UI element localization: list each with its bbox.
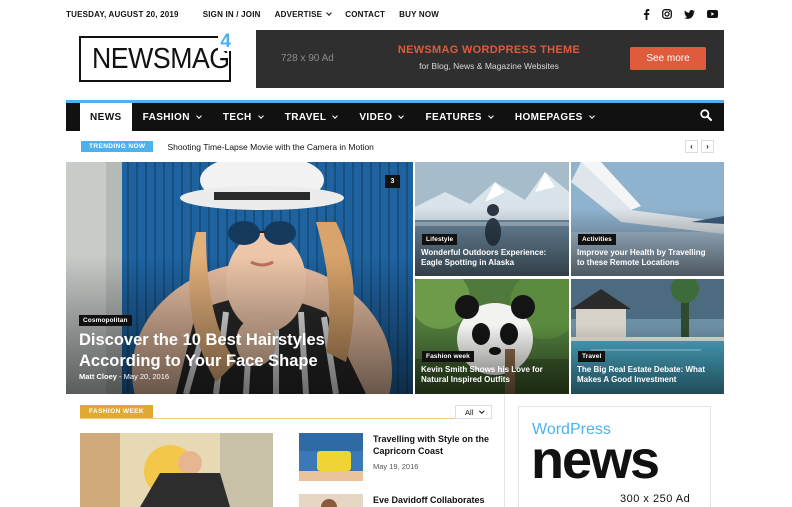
chevron-left-icon[interactable]: ‹ [685,140,698,153]
sidebar-ad[interactable]: WordPress news 300 x 250 Ad [518,406,711,507]
ad-word: news [531,430,660,490]
trending-bar: TRENDING NOW Shooting Time-Lapse Movie w… [66,134,724,159]
post-date: May 20, 2016 [123,372,170,381]
tile-title-line: Kevin Smith Shows his Love for [421,365,543,374]
featured-tile-lifestyle[interactable]: Lifestyle Wonderful Outdoors Experience:… [415,162,569,276]
nav-label: TRAVEL [284,111,327,123]
logo-version: 4 [218,31,233,52]
tile-title-line: Natural Inspired Outfits [421,375,510,384]
instagram-icon[interactable] [662,9,672,19]
tile-title-line: Improve your Health by Travelling [577,248,706,257]
social-icons [643,8,718,20]
nav-item-news[interactable]: NEWS [80,103,132,131]
featured-title-line: According to Your Face Shape [79,351,318,370]
featured-main-tile[interactable]: 3 Cosmopolitan Discover the 10 Best Hair… [66,162,413,394]
featured-tile-travel[interactable]: Travel The Big Real Estate Debate: What … [571,279,724,394]
nav-label: TECH [222,111,252,123]
ad-size-label: 728 x 90 Ad [281,53,334,64]
tile-title[interactable]: Kevin Smith Shows his Love for Natural I… [421,365,543,385]
chevron-down-icon [588,112,595,119]
nav-item-tech[interactable]: TECH [212,103,274,131]
category-badge[interactable]: Lifestyle [422,234,458,245]
tile-title-line: Makes A Good Investment [577,375,677,384]
thumb-image [299,433,363,481]
top-bar: TUESDAY, AUGUST 20, 2019 SIGN IN / JOIN … [66,0,724,28]
trending-arrows: ‹ › [685,140,714,153]
chevron-down-icon [196,112,202,119]
chevron-down-icon [398,112,405,119]
thumb-image [299,494,363,507]
ad-subtitle: for Blog, News & Magazine Websites [419,61,559,71]
post-title-line: Travelling with Style on the [373,434,490,444]
contact-link[interactable]: CONTACT [345,10,385,19]
main-nav: NEWS FASHION TECH TRAVEL VIDEO FEATURES … [66,103,724,131]
tile-title[interactable]: The Big Real Estate Debate: What Makes A… [577,365,705,385]
logo-name: NEWSMAG [92,42,230,75]
featured-tile-activities[interactable]: Activities Improve your Health by Travel… [571,162,724,276]
tile-title[interactable]: Improve your Health by Travelling to the… [577,248,705,268]
see-more-button[interactable]: See more [630,47,706,70]
author-link[interactable]: Matt Cloey [79,372,117,381]
section-badge[interactable]: FASHION WEEK [80,405,153,418]
chevron-down-icon [332,112,339,119]
tile-title-line: Wonderful Outdoors Experience: [421,248,547,257]
featured-title[interactable]: Discover the 10 Best Hairstyles Accordin… [79,330,325,371]
nav-item-fashion[interactable]: FASHION [132,103,212,131]
thumb-image [80,433,273,507]
post-date: May 19, 2016 [373,462,419,471]
post-thumb[interactable] [299,494,363,507]
top-links: SIGN IN / JOIN ADVERTISE CONTACT BUY NOW [203,10,439,19]
nav-item-homepages[interactable]: HOMEPAGES [504,103,605,131]
tile-title-line: The Big Real Estate Debate: What [577,365,706,374]
comment-count-badge[interactable]: 3 [385,175,400,188]
nav-label: FASHION [142,111,190,123]
nav-label: VIDEO [359,111,393,123]
search-icon[interactable] [700,108,712,126]
nav-label: FEATURES [425,111,482,123]
advertise-label: ADVERTISE [274,9,323,19]
section-big-thumb[interactable] [80,433,273,507]
header-ad-banner[interactable]: 728 x 90 Ad NEWSMAG WORDPRESS THEME for … [256,30,724,88]
category-badge[interactable]: Travel [578,351,606,362]
section-underline [80,418,492,419]
sign-in-link[interactable]: SIGN IN / JOIN [203,10,261,19]
tile-title-line: to these Remote Locations [577,258,680,267]
advertise-link[interactable]: ADVERTISE [274,9,333,19]
post-title[interactable]: Eve Davidoff Collaborates [373,495,485,507]
post-title-line: Eve Davidoff Collaborates [373,495,485,505]
column-divider [504,395,505,507]
nav-label: HOMEPAGES [514,111,583,123]
chevron-right-icon[interactable]: › [701,140,714,153]
category-badge[interactable]: Activities [578,234,616,245]
featured-title-line: Discover the 10 Best Hairstyles [79,331,325,349]
youtube-icon[interactable] [707,10,718,18]
current-date: TUESDAY, AUGUST 20, 2019 [66,9,179,19]
featured-tile-fashion-week[interactable]: Fashion week Kevin Smith Shows his Love … [415,279,569,394]
chevron-down-icon [488,112,494,119]
post-title[interactable]: Travelling with Style on the Capricorn C… [373,434,489,457]
featured-meta: Matt Cloey - May 20, 2016 [79,372,169,381]
facebook-icon[interactable] [643,8,650,20]
tile-title[interactable]: Wonderful Outdoors Experience: Eagle Spo… [421,248,546,268]
post-thumb[interactable] [299,433,363,481]
category-badge[interactable]: Fashion week [422,351,474,362]
site-logo[interactable]: NEWSMAG 4 [79,32,233,82]
trending-badge: TRENDING NOW [81,141,154,152]
filter-select[interactable]: All [455,405,492,419]
ad-title: NEWSMAG WORDPRESS THEME [397,44,581,56]
twitter-icon[interactable] [684,9,695,19]
tile-title-line: Eagle Spotting in Alaska [421,258,515,267]
filter-selected: All [465,407,474,417]
trending-headline[interactable]: Shooting Time-Lapse Movie with the Camer… [167,142,373,152]
ad-size-label: 300 x 250 Ad [620,493,691,505]
category-badge[interactable]: Cosmopolitan [79,315,132,326]
nav-item-travel[interactable]: TRAVEL [274,103,349,131]
buy-now-link[interactable]: BUY NOW [399,10,439,19]
chevron-down-icon [479,408,485,414]
nav-item-features[interactable]: FEATURES [414,103,503,131]
post-title-line: Capricorn Coast [373,445,444,456]
chevron-down-icon [326,9,333,16]
chevron-down-icon [257,112,264,119]
nav-item-video[interactable]: VIDEO [348,103,414,131]
